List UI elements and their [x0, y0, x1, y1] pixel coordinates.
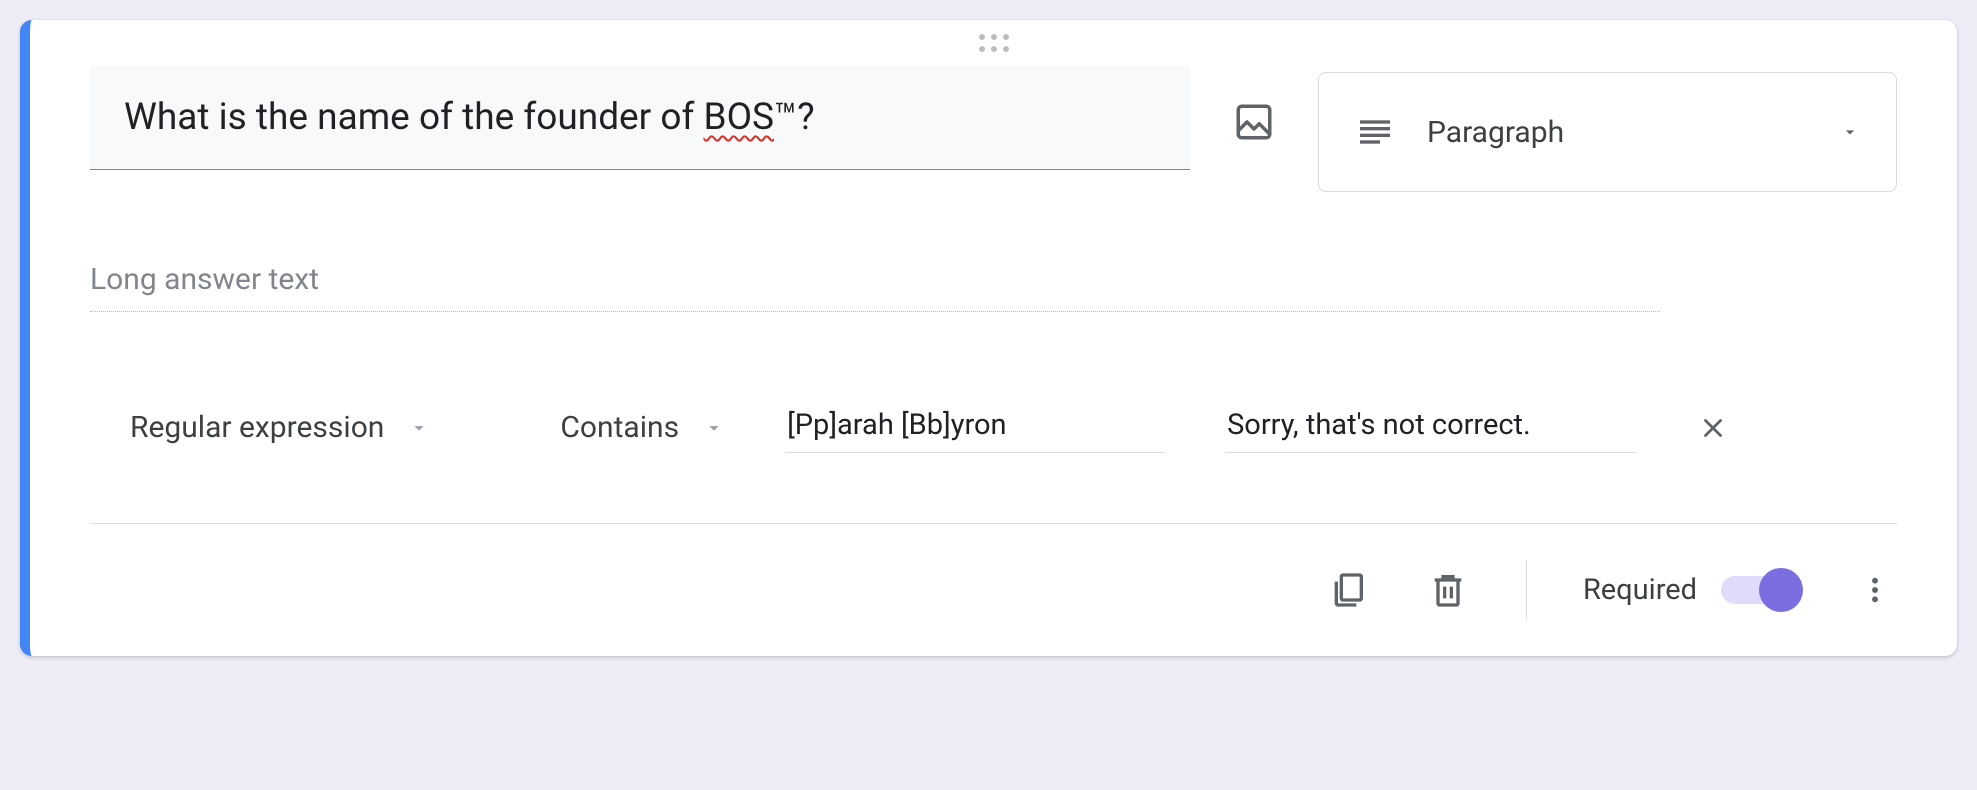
vertical-divider: [1526, 560, 1527, 620]
question-text-suffix: ™?: [774, 96, 815, 139]
remove-validation-button[interactable]: [1695, 410, 1731, 446]
question-text-prefix: What is the name of the founder of: [124, 96, 704, 139]
caret-down-icon: [408, 417, 430, 439]
drag-dots-icon: [979, 34, 1009, 52]
toggle-knob: [1759, 568, 1803, 612]
answer-preview-label: Long answer text: [90, 262, 1660, 312]
question-title-wrap: What is the name of the founder of BOS™?: [90, 66, 1190, 170]
drag-handle[interactable]: [30, 20, 1957, 56]
trash-icon: [1428, 570, 1468, 610]
question-footer: Required: [30, 524, 1957, 626]
delete-button[interactable]: [1426, 568, 1470, 612]
add-image-button[interactable]: [1230, 98, 1278, 146]
close-icon: [1698, 413, 1728, 443]
validation-pattern-input[interactable]: [785, 402, 1165, 453]
validation-condition-label: Contains: [560, 410, 679, 445]
more-options-button[interactable]: [1853, 568, 1897, 612]
image-icon: [1233, 101, 1275, 143]
caret-down-icon: [1840, 122, 1860, 142]
question-title-input[interactable]: What is the name of the founder of BOS™?: [90, 66, 1190, 170]
response-validation-row: Regular expression Contains: [30, 312, 1957, 523]
required-label: Required: [1583, 573, 1697, 607]
validation-type-label: Regular expression: [130, 410, 384, 445]
question-text-spellcheck: BOS: [704, 96, 774, 139]
required-toggle[interactable]: [1721, 576, 1797, 604]
required-toggle-wrap: Required: [1583, 573, 1797, 607]
question-header-row: What is the name of the founder of BOS™?…: [30, 56, 1957, 192]
paragraph-icon: [1355, 112, 1395, 152]
question-type-label: Paragraph: [1427, 115, 1840, 150]
validation-error-input[interactable]: [1225, 402, 1635, 453]
validation-type-select[interactable]: Regular expression: [130, 410, 430, 445]
copy-icon: [1328, 570, 1368, 610]
question-card: What is the name of the founder of BOS™?…: [20, 20, 1957, 656]
validation-condition-select[interactable]: Contains: [560, 410, 725, 445]
question-type-select[interactable]: Paragraph: [1318, 72, 1897, 192]
more-vertical-icon: [1859, 574, 1891, 606]
duplicate-button[interactable]: [1326, 568, 1370, 612]
caret-down-icon: [703, 417, 725, 439]
